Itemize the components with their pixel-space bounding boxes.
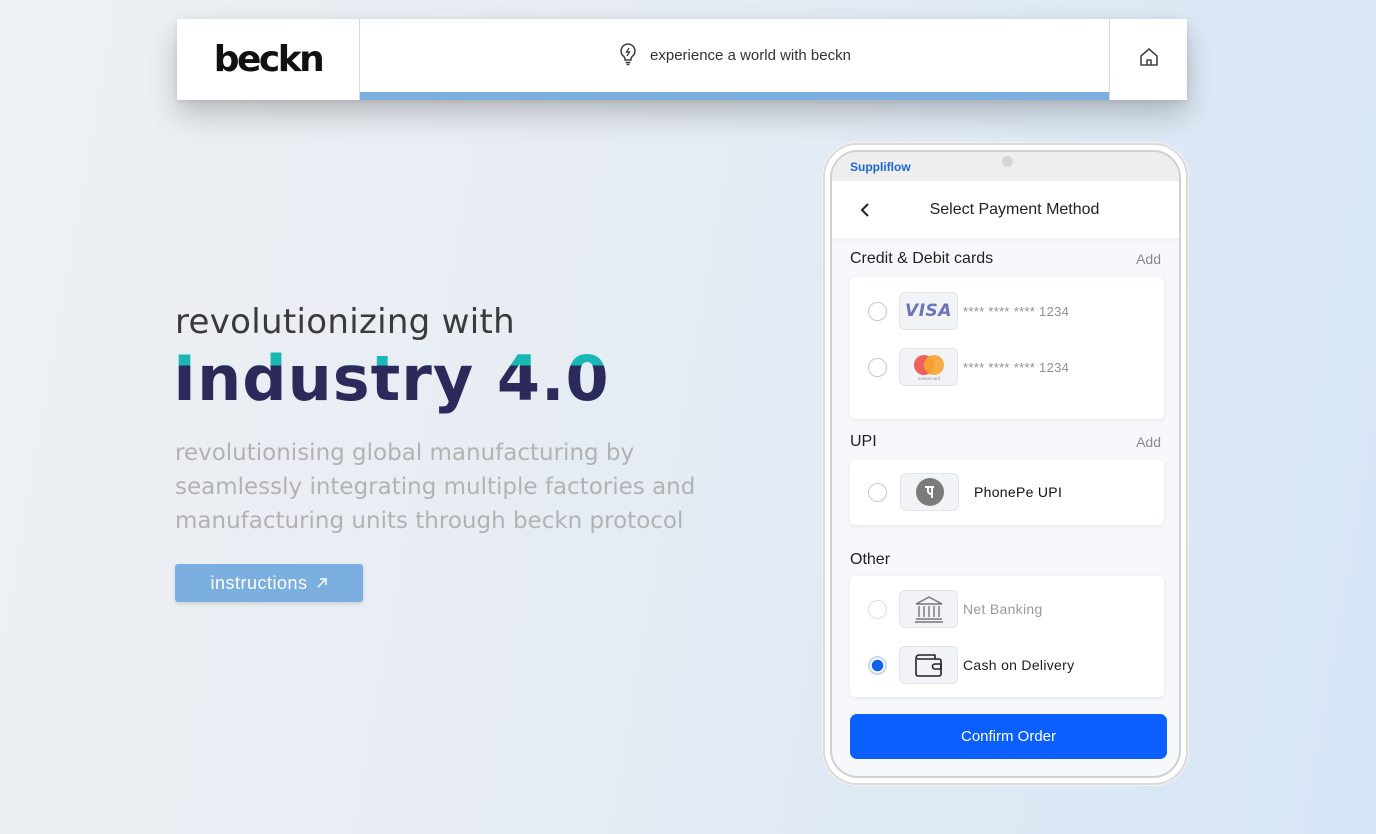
net-banking-label: Net Banking [963, 601, 1043, 617]
option-net-banking[interactable]: Net Banking [850, 589, 1164, 629]
option-cash-on-delivery[interactable]: Cash on Delivery [850, 645, 1164, 685]
visa-card-number: **** **** **** 1234 [963, 303, 1070, 319]
app-header: Select Payment Method [832, 181, 1179, 238]
home-button[interactable] [1109, 19, 1187, 100]
tagline-progress-bar [360, 92, 1109, 100]
app-brand: Suppliflow [850, 160, 911, 174]
add-card-link[interactable]: Add [1136, 251, 1161, 267]
camera-notch [1002, 156, 1013, 167]
mastercard-card-number: **** **** **** 1234 [963, 359, 1070, 375]
chevron-left-icon [860, 203, 869, 217]
beckn-logo[interactable]: beckn [177, 19, 360, 100]
other-section-title: Other [850, 551, 891, 568]
cards-section-title: Credit & Debit cards [850, 250, 994, 267]
mastercard-radio[interactable] [868, 357, 887, 377]
mastercard-logo: mastercard [899, 348, 958, 386]
back-button[interactable] [854, 199, 876, 221]
net-banking-radio[interactable] [868, 599, 887, 619]
instructions-button[interactable]: instructions [175, 564, 363, 602]
phonepe-logo [900, 473, 959, 511]
card-option-mastercard[interactable]: mastercard **** **** **** 1234 [850, 347, 1164, 387]
upi-section-title: UPI [850, 433, 877, 450]
lightbulb-icon [618, 42, 638, 70]
confirm-order-button[interactable]: Confirm Order [850, 714, 1167, 759]
upi-list: PhonePe UPI [850, 460, 1164, 525]
status-bar: Suppliflow [832, 152, 1179, 181]
visa-logo: VISA [899, 292, 958, 330]
svg-text:mastercard: mastercard [917, 376, 940, 381]
cod-label: Cash on Delivery [963, 657, 1075, 673]
upi-section-header: UPI Add [850, 433, 1161, 451]
wallet-icon [899, 646, 958, 684]
visa-radio[interactable] [868, 301, 887, 321]
phonepe-icon [915, 478, 944, 506]
phonepe-label: PhonePe UPI [974, 484, 1063, 500]
tagline-text: experience a world with beckn [650, 47, 851, 64]
page-title: Select Payment Method [929, 200, 1100, 218]
other-list: Net Banking Cash on Delivery [850, 576, 1164, 697]
other-section-header: Other [850, 551, 1161, 569]
hero-title: Industry 4.0 [173, 342, 610, 415]
instructions-label: instructions [210, 572, 308, 593]
bank-icon [899, 590, 958, 628]
card-option-visa[interactable]: VISA **** **** **** 1234 [850, 291, 1164, 331]
tagline-banner: experience a world with beckn [360, 19, 1109, 100]
cod-radio-selected[interactable] [868, 655, 887, 675]
cards-list: VISA **** **** **** 1234 mastercard ****… [850, 277, 1164, 419]
phone-mockup: Suppliflow Select Payment Method Credit … [823, 143, 1188, 785]
hero-subtitle: revolutionizing with [175, 302, 516, 342]
upi-option-phonepe[interactable]: PhonePe UPI [850, 472, 1164, 512]
top-bar: beckn experience a world with beckn [177, 19, 1187, 100]
hero-description: revolutionising global manufacturing by … [175, 440, 696, 534]
logo-text: beckn [213, 39, 325, 80]
cards-section-header: Credit & Debit cards Add [850, 250, 1161, 268]
phonepe-radio[interactable] [868, 482, 887, 502]
phone-screen: Suppliflow Select Payment Method Credit … [830, 150, 1181, 778]
home-icon [1138, 46, 1160, 73]
arrow-up-right-icon [316, 573, 328, 594]
add-upi-link[interactable]: Add [1136, 434, 1161, 450]
